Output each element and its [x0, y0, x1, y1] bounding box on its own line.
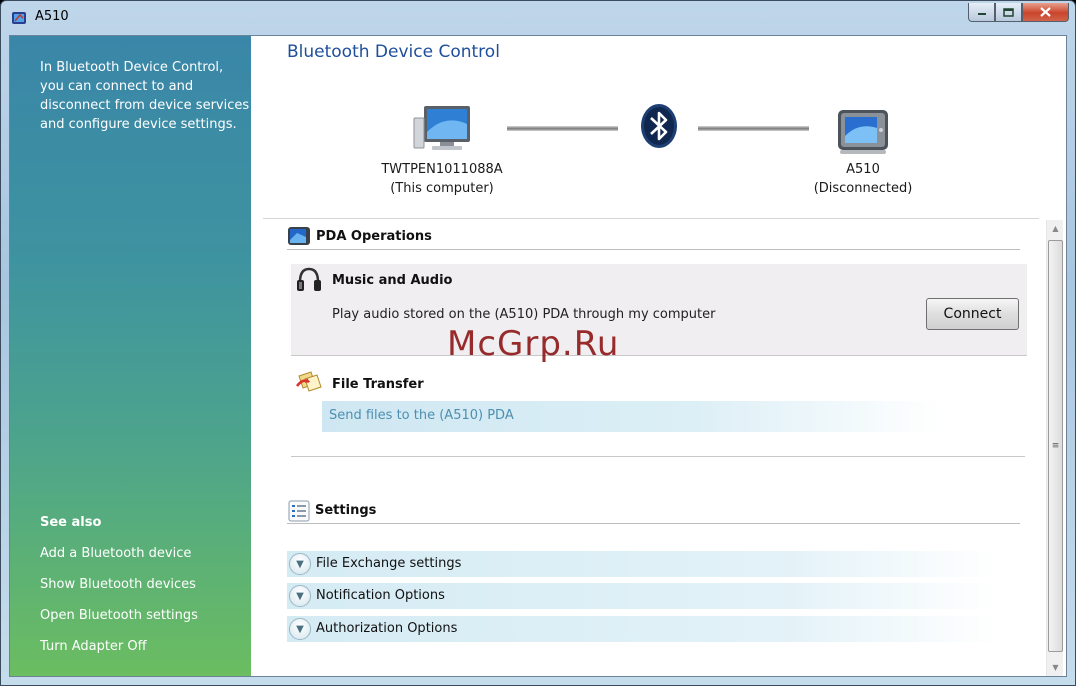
settings-heading: Settings [315, 503, 377, 518]
add-bluetooth-device-link[interactable]: Add a Bluetooth device [40, 546, 191, 561]
page-title: Bluetooth Device Control [287, 42, 500, 62]
title-bar[interactable]: A510 [1, 1, 1075, 35]
minimize-icon [977, 13, 986, 15]
app-window: A510 In Bluetooth Device Control, you ca… [0, 0, 1076, 686]
pda-icon [838, 110, 888, 154]
maximize-button[interactable] [995, 3, 1022, 22]
pda-operations-heading: PDA Operations [316, 229, 432, 244]
computer-icon [413, 106, 470, 150]
file-transfer-icon [296, 371, 322, 392]
devices-separator [263, 218, 1039, 219]
computer-name: TWTPEN1011088A [381, 162, 503, 177]
send-files-link[interactable]: Send files to the (A510) PDA [322, 401, 942, 432]
intro-line: and configure device settings. [40, 117, 237, 132]
file-transfer-rule [291, 456, 1025, 457]
close-icon [1040, 7, 1051, 17]
minimize-button[interactable] [968, 3, 995, 22]
pda-operations-rule [287, 249, 1020, 250]
computer-device-label: TWTPEN1011088A (This computer) [370, 160, 514, 198]
open-bluetooth-settings-link[interactable]: Open Bluetooth settings [40, 608, 198, 623]
connect-button[interactable]: Connect [926, 298, 1019, 330]
task-pane: In Bluetooth Device Control, you can con… [10, 36, 251, 676]
option-label: Authorization Options [316, 621, 458, 636]
bluetooth-icon [641, 104, 677, 148]
pda-operations-icon [288, 227, 310, 245]
task-pane-intro: In Bluetooth Device Control, you can con… [40, 58, 250, 134]
music-audio-description: Play audio stored on the (A510) PDA thro… [332, 307, 716, 322]
caption-buttons [968, 3, 1069, 22]
option-label: File Exchange settings [316, 556, 462, 571]
option-label: Notification Options [316, 588, 445, 603]
settings-rule [287, 523, 1020, 524]
see-also-heading: See also [40, 515, 102, 530]
intro-line: you can connect to and [40, 79, 194, 94]
file-transfer-title: File Transfer [332, 377, 424, 392]
notification-options-option[interactable]: ▼ Notification Options [287, 583, 997, 609]
file-exchange-settings-option[interactable]: ▼ File Exchange settings [287, 551, 997, 577]
scrollbar-thumb[interactable]: ≡ [1048, 240, 1063, 652]
pda-app-icon [12, 12, 26, 24]
intro-line: In Bluetooth Device Control, [40, 60, 224, 75]
pda-device-label: A510 (Disconnected) [803, 160, 923, 198]
pda-status: (Disconnected) [813, 181, 913, 196]
chevron-down-icon: ▼ [289, 553, 311, 575]
client-area: In Bluetooth Device Control, you can con… [9, 35, 1067, 677]
scroll-down-arrow-icon[interactable]: ▼ [1047, 659, 1064, 676]
settings-icon [288, 500, 310, 522]
maximize-icon [1003, 7, 1014, 17]
pda-name: A510 [846, 162, 880, 177]
scroll-up-arrow-icon[interactable]: ▲ [1047, 220, 1064, 237]
authorization-options-option[interactable]: ▼ Authorization Options [287, 616, 997, 642]
music-audio-title: Music and Audio [332, 273, 453, 288]
connection-line-right [698, 126, 809, 131]
close-button[interactable] [1022, 3, 1069, 22]
watermark: McGrp.Ru [447, 324, 620, 364]
vertical-scrollbar[interactable]: ▲ ≡ ▼ [1046, 220, 1063, 676]
computer-status: (This computer) [390, 181, 494, 196]
chevron-down-icon: ▼ [289, 618, 311, 640]
intro-line: disconnect from device services [40, 98, 250, 113]
window-title: A510 [35, 9, 69, 24]
show-bluetooth-devices-link[interactable]: Show Bluetooth devices [40, 577, 196, 592]
headphones-icon [297, 267, 321, 291]
connection-line-left [507, 126, 618, 131]
chevron-down-icon: ▼ [289, 585, 311, 607]
turn-adapter-off-link[interactable]: Turn Adapter Off [40, 639, 147, 654]
